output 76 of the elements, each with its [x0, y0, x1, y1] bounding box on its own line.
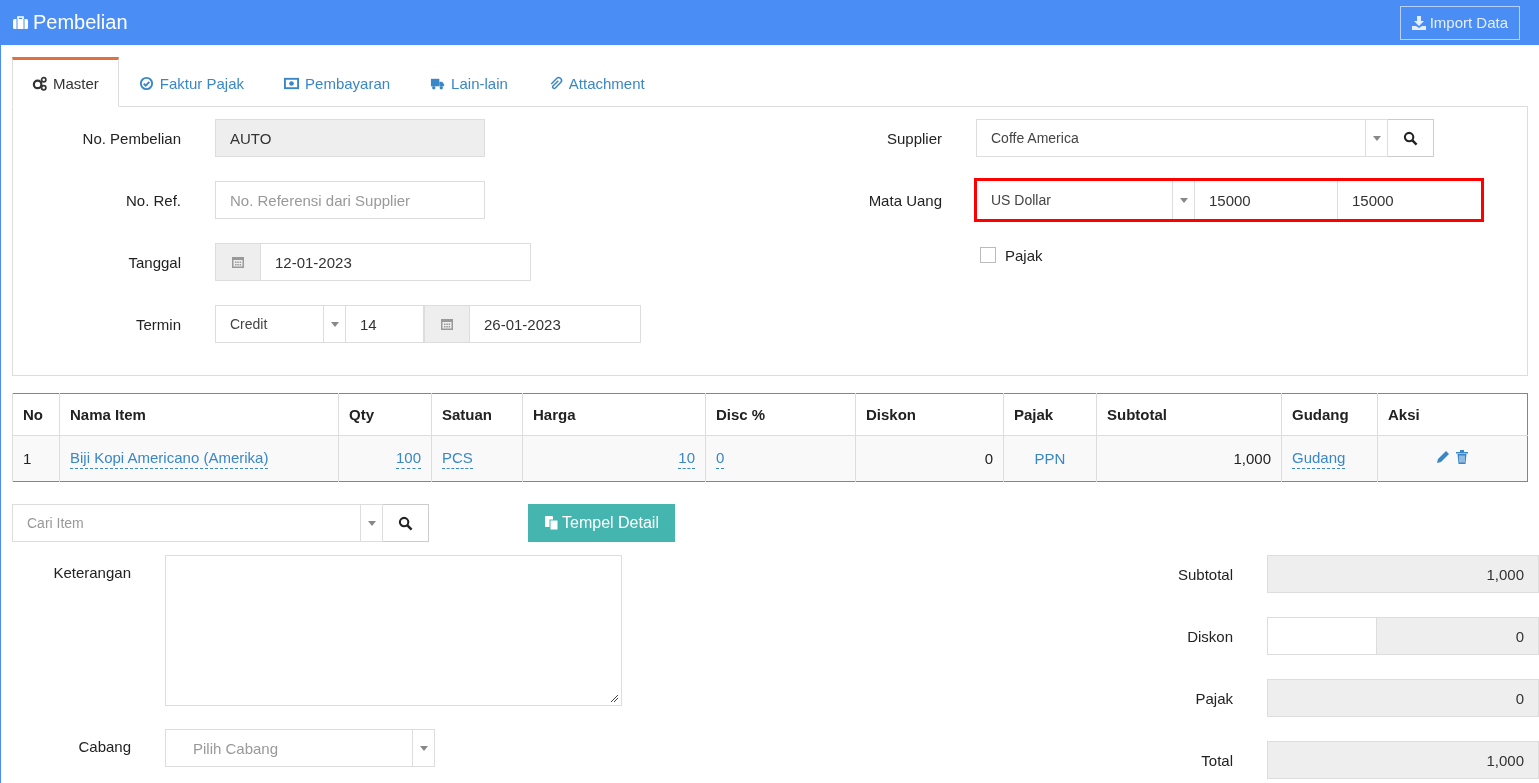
dropdown-caret-icon	[367, 520, 376, 526]
column-header: Subtotal	[1096, 393, 1282, 436]
tab[interactable]: Attachment	[527, 57, 665, 107]
field-label: Mata Uang	[867, 191, 942, 209]
cell-text: 1	[23, 450, 32, 467]
purchase-number-field[interactable]: AUTO	[215, 119, 485, 157]
field-label: No. Ref.	[124, 191, 181, 209]
checkbox-label: Pajak	[1005, 246, 1043, 264]
paste-detail-button[interactable]: Tempel Detail	[528, 504, 675, 542]
notes-label: Keterangan	[52, 563, 131, 581]
resize-grip-icon	[610, 694, 619, 703]
column-header: Satuan	[431, 393, 523, 436]
editable-link[interactable]: PCS	[442, 448, 473, 469]
field-label: Termin	[135, 315, 181, 333]
editable-link[interactable]: 100	[395, 448, 421, 469]
column-header: Pajak	[1003, 393, 1097, 436]
total-value-field: 0	[1377, 617, 1539, 655]
column-header: Disc %	[705, 393, 856, 436]
field-label: Supplier	[885, 129, 942, 147]
column-header: No	[12, 393, 60, 436]
import-data-button[interactable]: Import Data	[1399, 5, 1520, 40]
days-field[interactable]: 14	[346, 305, 424, 343]
dropdown-caret-icon	[330, 321, 339, 327]
field-label: No. Pembelian	[81, 129, 181, 147]
exchange-rate-field[interactable]: 15000	[1194, 181, 1338, 219]
date-field[interactable]: 12-01-2023	[261, 243, 531, 281]
total-value-field: 1,000	[1267, 555, 1539, 593]
search-button[interactable]	[383, 504, 429, 542]
money-icon	[284, 75, 300, 91]
tab[interactable]: Lain-lain	[410, 57, 528, 107]
reference-field[interactable]: No. Referensi dari Supplier	[215, 181, 485, 219]
search-button[interactable]	[1388, 119, 1434, 157]
column-header: Diskon	[855, 393, 1004, 436]
cell-text: 1,000	[1233, 450, 1271, 467]
calendar-icon	[231, 255, 245, 269]
dropdown-caret-icon	[419, 745, 428, 751]
paste-icon	[544, 515, 559, 531]
column-header: Qty	[338, 393, 432, 436]
column-header: Nama Item	[59, 393, 339, 436]
item-search-select[interactable]: Cari Item	[12, 504, 383, 542]
editable-link[interactable]: 0	[716, 448, 725, 469]
dropdown-caret-icon	[1179, 197, 1188, 203]
column-header: Aksi	[1377, 393, 1528, 436]
trash-icon[interactable]	[1454, 449, 1470, 465]
total-value-field: 1,000	[1267, 741, 1539, 779]
branch-label: Cabang	[77, 737, 131, 755]
checkbox[interactable]	[980, 247, 996, 263]
tax-link[interactable]: PPN	[1034, 450, 1066, 467]
branch-select[interactable]: Pilih Cabang	[165, 729, 435, 767]
due-date-field[interactable]: 26-01-2023	[470, 305, 641, 343]
total-label: Subtotal	[1176, 565, 1233, 583]
tab[interactable]: Master	[12, 57, 119, 107]
tab[interactable]: Faktur Pajak	[118, 57, 265, 107]
pencil-icon[interactable]	[1435, 449, 1451, 465]
total-value-field: 0	[1267, 679, 1539, 717]
total-label: Total	[1200, 751, 1233, 769]
total-label: Diskon	[1186, 627, 1233, 645]
briefcase-icon	[12, 15, 29, 30]
total-label: Pajak	[1194, 689, 1233, 707]
field-label: Tanggal	[127, 253, 181, 271]
column-header: Gudang	[1281, 393, 1378, 436]
search-icon	[1403, 130, 1418, 146]
column-header: Harga	[522, 393, 706, 436]
calendar-icon	[440, 317, 454, 331]
editable-link[interactable]: 10	[678, 448, 695, 469]
search-icon	[398, 515, 413, 531]
cell-text: 0	[984, 450, 993, 467]
discount-input[interactable]	[1267, 617, 1377, 655]
page-title: Pembelian	[33, 11, 128, 34]
download-icon	[1411, 15, 1426, 30]
supplier-select[interactable]: Coffe America	[976, 119, 1388, 157]
term-select[interactable]: Credit	[215, 305, 346, 343]
gears-icon	[32, 75, 47, 91]
dropdown-caret-icon	[1372, 135, 1381, 141]
check-circle-icon	[138, 75, 154, 91]
tab[interactable]: Pembayaran	[264, 57, 411, 107]
